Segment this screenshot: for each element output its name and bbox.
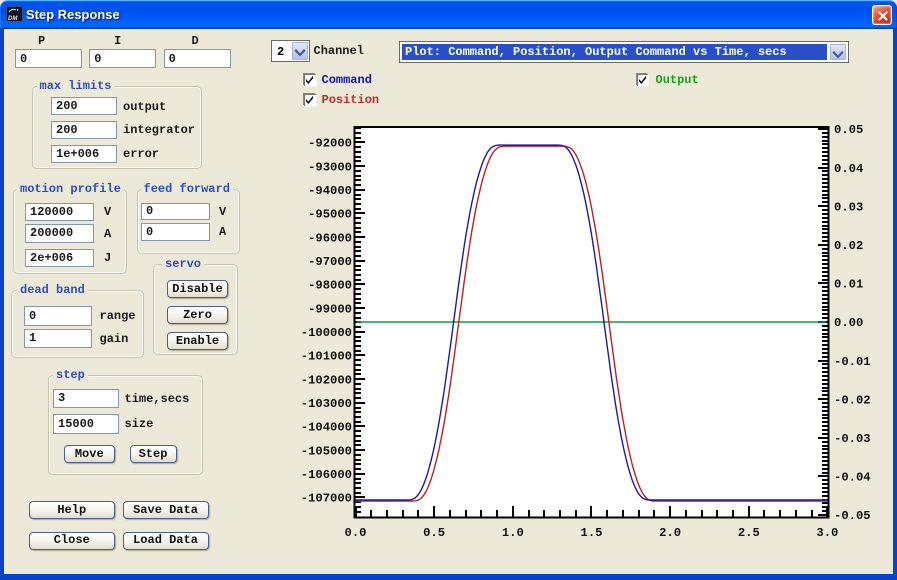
svg-text:0.04: 0.04 (834, 162, 863, 176)
svg-text:-103000: -103000 (301, 397, 352, 411)
svg-text:-95000: -95000 (308, 208, 352, 222)
svg-text:-96000: -96000 (308, 231, 352, 245)
svg-text:-107000: -107000 (301, 492, 352, 506)
svg-text:-99000: -99000 (308, 302, 352, 316)
svg-text:0.03: 0.03 (834, 200, 863, 214)
svg-text:0.5: 0.5 (423, 526, 445, 540)
svg-text:-105000: -105000 (301, 444, 352, 458)
svg-text:0.0: 0.0 (345, 526, 367, 540)
svg-text:-98000: -98000 (308, 279, 352, 293)
svg-text:0.00: 0.00 (834, 316, 863, 330)
svg-text:-92000: -92000 (308, 137, 352, 151)
svg-text:-101000: -101000 (301, 350, 352, 364)
svg-text:2.5: 2.5 (738, 526, 760, 540)
svg-text:-0.03: -0.03 (834, 432, 871, 446)
svg-text:-104000: -104000 (301, 421, 352, 435)
svg-text:-0.05: -0.05 (834, 509, 871, 523)
svg-text:-94000: -94000 (308, 184, 352, 198)
svg-text:-0.01: -0.01 (834, 355, 871, 369)
svg-text:-97000: -97000 (308, 255, 352, 269)
svg-text:1.5: 1.5 (581, 526, 603, 540)
svg-text:-0.04: -0.04 (834, 471, 871, 485)
svg-text:-0.02: -0.02 (834, 393, 871, 407)
svg-text:1.0: 1.0 (502, 526, 524, 540)
svg-text:-100000: -100000 (301, 326, 352, 340)
svg-text:-106000: -106000 (301, 468, 352, 482)
svg-text:0.02: 0.02 (834, 239, 863, 253)
svg-text:2.0: 2.0 (659, 526, 681, 540)
svg-text:0.05: 0.05 (834, 123, 863, 137)
svg-text:-102000: -102000 (301, 373, 352, 387)
svg-text:-93000: -93000 (308, 160, 352, 174)
svg-text:3.0: 3.0 (816, 526, 838, 540)
svg-text:0.01: 0.01 (834, 278, 863, 292)
